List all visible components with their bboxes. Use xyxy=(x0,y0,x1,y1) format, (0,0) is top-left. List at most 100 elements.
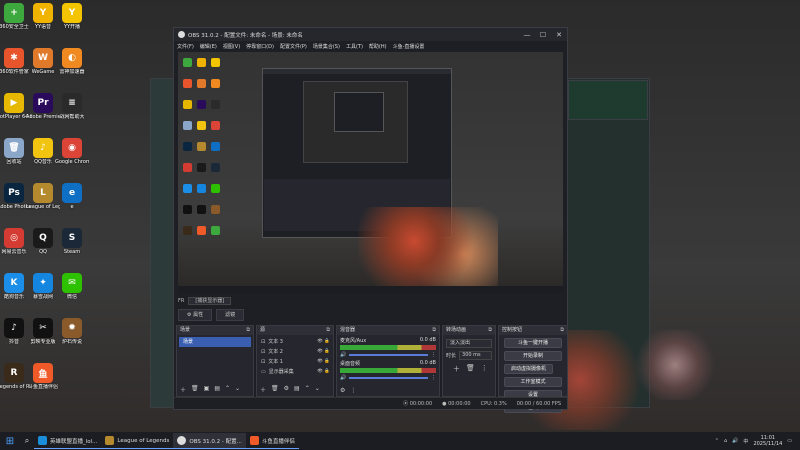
controls-title: 控制按钮 xyxy=(502,327,523,333)
settings-icon[interactable]: ⚙ xyxy=(284,385,289,394)
move-down-icon[interactable]: ⌄ xyxy=(235,385,240,394)
source-item[interactable]: ⊡ 文本 1 👁 🔒 xyxy=(257,357,333,367)
app-icon: Q xyxy=(33,228,53,248)
properties-button[interactable]: ⚙ 属性 xyxy=(178,309,213,321)
transition-menu-icon[interactable]: ⋮ xyxy=(481,364,488,374)
add-icon[interactable]: ＋ xyxy=(260,385,266,394)
control-button[interactable]: 工作室模式 xyxy=(504,377,562,387)
track-menu-icon[interactable]: ⋮ xyxy=(431,375,436,381)
remove-transition-icon[interactable]: 🗑 xyxy=(466,364,475,374)
more-icon[interactable]: ⋮ xyxy=(350,387,356,394)
source-item[interactable]: ⊡ 文本 3 👁 🔒 xyxy=(257,337,333,347)
filter-icon[interactable]: ▣ xyxy=(204,385,210,394)
start-icon[interactable]: ⊞ xyxy=(0,436,20,447)
menu-item[interactable]: 编辑(E) xyxy=(200,43,217,50)
track-menu-icon[interactable]: ⋮ xyxy=(431,352,436,358)
input-language[interactable]: 中 xyxy=(743,438,748,445)
desktop-icon[interactable]: ✹ 炉石传说 xyxy=(55,318,89,345)
obs-window[interactable]: OBS 31.0.2 - 配置文件: 未命名 - 场景: 未命名 — ☐ ✕ 文… xyxy=(173,27,568,413)
maximize-icon[interactable]: ☐ xyxy=(535,31,551,39)
move-up-icon[interactable]: ⌃ xyxy=(225,385,230,394)
network-icon[interactable]: ⌂ xyxy=(724,438,727,444)
desktop-icon[interactable]: 鱼斗鱼直播伴侣 xyxy=(26,363,60,390)
preview-canvas[interactable] xyxy=(178,52,563,293)
app-icon: ✂ xyxy=(33,318,53,338)
app-icon: Y xyxy=(62,3,82,23)
volume-slider[interactable] xyxy=(349,354,428,356)
menu-item[interactable]: 配置文件(P) xyxy=(280,43,307,50)
control-button[interactable]: 开始录制 xyxy=(504,351,562,361)
menu-item[interactable]: 视图(V) xyxy=(223,43,240,50)
desktop-icon[interactable]: ee xyxy=(55,183,89,210)
volume-icon[interactable]: 🔊 xyxy=(340,352,346,358)
preview-icon xyxy=(183,184,192,193)
audio-db: 0.0 dB xyxy=(419,360,436,366)
text-source-icon: ⊡ xyxy=(261,349,266,355)
menu-item[interactable]: 工具(T) xyxy=(346,43,363,50)
preview-icon xyxy=(211,184,220,193)
scene-item[interactable]: 场景 xyxy=(179,337,251,347)
display-select[interactable]: [捕获显示器] xyxy=(188,297,232,305)
menu-item[interactable]: 斗鱼-直播设置 xyxy=(393,43,425,50)
close-icon[interactable]: ✕ xyxy=(551,31,567,39)
app-icon: Ps xyxy=(4,183,24,203)
dock-menu-icon[interactable]: ⧉ xyxy=(560,326,567,335)
duration-input[interactable]: 300 ms xyxy=(459,351,492,360)
source-item[interactable]: ▭ 显示器采集 👁 🔒 xyxy=(257,367,333,377)
control-button[interactable]: 斗鱼一键开播 xyxy=(504,338,562,348)
dock-menu-icon[interactable]: ⧉ xyxy=(246,326,253,335)
visibility-lock-icons[interactable]: 👁 🔒 xyxy=(317,337,333,347)
taskbar-item-lol[interactable]: League of Legends xyxy=(101,433,174,449)
visibility-lock-icons[interactable]: 👁 🔒 xyxy=(317,357,333,367)
scenes-title: 场景 xyxy=(180,327,191,333)
source-item[interactable]: ⊡ 文本 2 👁 🔒 xyxy=(257,347,333,357)
notification-icon[interactable]: ▭ xyxy=(787,438,792,444)
clock[interactable]: 11:01 2025/11/14 xyxy=(753,435,782,447)
visibility-lock-icons[interactable]: 👁 🔒 xyxy=(317,367,333,377)
desktop-icon[interactable]: ◐ 雷神加速器 xyxy=(55,48,89,75)
config-icon[interactable]: ▤ xyxy=(294,385,300,394)
add-transition-icon[interactable]: ＋ xyxy=(453,364,460,374)
move-up-icon[interactable]: ⌃ xyxy=(305,385,310,394)
advanced-audio-icon[interactable]: ⚙ xyxy=(340,387,345,394)
taskbar-item-obs[interactable]: OBS 31.0.2 - 配置... xyxy=(173,433,246,449)
app-icon: ✹ xyxy=(62,318,82,338)
add-icon[interactable]: ＋ xyxy=(180,385,186,394)
search-icon[interactable]: ⌕ xyxy=(20,436,34,446)
config-icon[interactable]: ▤ xyxy=(214,385,220,394)
tray-chevron-icon[interactable]: ⌃ xyxy=(715,438,719,444)
audio-footer: ⚙ ⋮ xyxy=(340,387,356,394)
volume-icon[interactable]: 🔊 xyxy=(340,375,346,381)
preview-icon xyxy=(211,100,220,109)
menu-item[interactable]: 场景集合(S) xyxy=(313,43,340,50)
menu-item[interactable]: 帮助(H) xyxy=(369,43,387,50)
control-button[interactable]: 启动虚拟摄像机 xyxy=(504,364,553,374)
desktop-icon[interactable]: Y YY开播 xyxy=(55,3,89,30)
desktop-icon[interactable]: ✉ 微信 xyxy=(55,273,89,300)
preview-icon xyxy=(183,79,192,88)
preview-icon xyxy=(183,121,192,130)
menu-item[interactable]: 停靠窗口(D) xyxy=(246,43,274,50)
filters-button[interactable]: 滤镜 xyxy=(216,309,245,321)
visibility-lock-icons[interactable]: 👁 🔒 xyxy=(317,347,333,357)
remove-icon[interactable]: 🗑 xyxy=(271,385,279,394)
menu-item[interactable]: 文件(F) xyxy=(177,43,194,50)
app-icon: e xyxy=(62,183,82,203)
desktop-icon[interactable]: S Steam xyxy=(55,228,89,255)
volume-icon[interactable]: 🔊 xyxy=(732,438,738,444)
volume-slider[interactable] xyxy=(349,377,428,379)
dock-menu-icon[interactable]: ⧉ xyxy=(432,326,439,335)
desktop-icon[interactable]: ◉Google Chrome xyxy=(55,138,89,165)
preview-nested-preview xyxy=(303,81,408,163)
move-down-icon[interactable]: ⌄ xyxy=(315,385,320,394)
obs-titlebar[interactable]: OBS 31.0.2 - 配置文件: 未命名 - 场景: 未命名 — ☐ ✕ xyxy=(174,28,567,41)
dock-menu-icon[interactable]: ⧉ xyxy=(326,326,333,335)
remove-icon[interactable]: 🗑 xyxy=(191,385,199,394)
taskbar-item-browser[interactable]: 英雄联盟直播_lol... xyxy=(34,433,102,449)
taskbar-item-douyu[interactable]: 斗鱼直播伴侣 xyxy=(245,433,299,449)
desktop-icon[interactable]: ≡ 战网帮助大 xyxy=(55,93,89,120)
transition-type-select[interactable]: 淡入淡出 xyxy=(446,339,492,348)
dock-menu-icon[interactable]: ⧉ xyxy=(488,326,495,335)
app-icon: Y xyxy=(33,3,53,23)
minimize-icon[interactable]: — xyxy=(519,31,535,39)
